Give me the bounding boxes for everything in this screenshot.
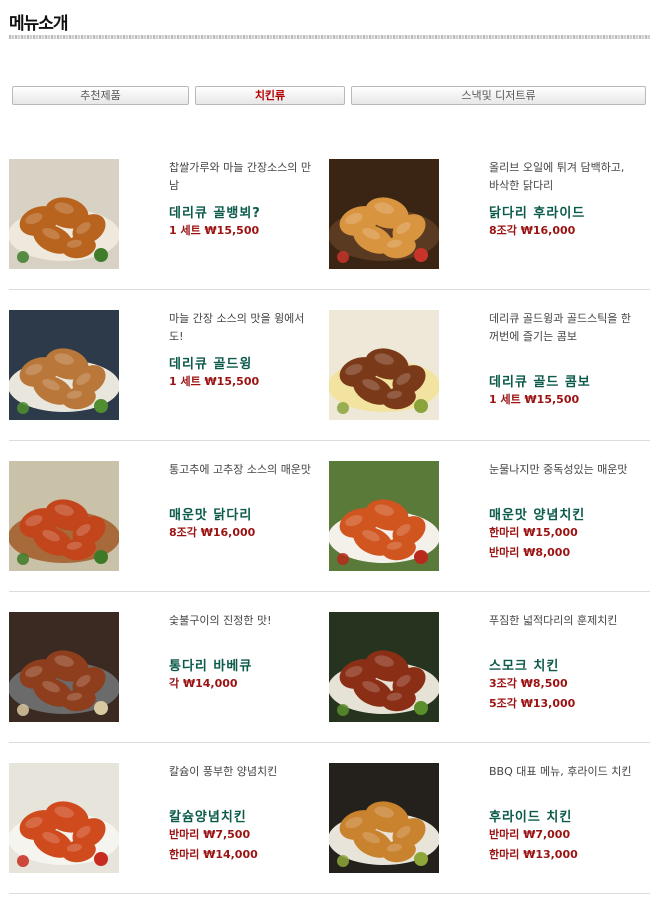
title-divider (9, 35, 650, 39)
smoked-chicken-photo[interactable] (329, 612, 439, 722)
menu-item-name[interactable]: 통다리 바베큐 (169, 655, 252, 674)
menu-item-description: 칼슘이 풍부한 양념치킨 (169, 765, 278, 778)
tab-chicken[interactable]: 치킨류 (195, 86, 345, 105)
menu-item-price: 3조각 ₩8,500 (489, 677, 568, 690)
menu-item: 마늘 간장 소스의 맛을 윙에서도! 데리큐 골드윙 1 세트 ₩15,500 (9, 310, 329, 422)
menu-item: 데리큐 골드윙과 골드스틱을 한꺼번에 즐기는 콤보데리큐 골드 콤보 1 세트 … (329, 310, 649, 422)
fried-drumstick-photo[interactable] (329, 159, 439, 269)
row-divider (9, 742, 650, 743)
row-divider (9, 440, 650, 441)
menu-item-name[interactable]: 후라이드 치킨 (489, 806, 572, 825)
menu-item-description: 데리큐 골드윙과 골드스틱을 한꺼번에 즐기는 콤보 (489, 312, 632, 343)
menu-item-description: 푸짐한 넓적다리의 훈제치킨 (489, 614, 618, 627)
menu-item-price: 반마리 ₩7,500 (169, 828, 251, 841)
menu-item-description: 통고추에 고추장 소스의 매운맛 (169, 463, 312, 476)
menu-item-description: 마늘 간장 소스의 맛을 윙에서도! (169, 312, 305, 343)
menu-item-description: 올리브 오일에 튀겨 담백하고, 바삭한 닭다리 (489, 161, 625, 192)
teriyaki-gold-stick-photo[interactable] (9, 159, 119, 269)
menu-item-price: 한마리 ₩15,000 (489, 526, 578, 539)
menu-item-description: 숯불구이의 진정한 맛! (169, 614, 272, 627)
menu-item-name[interactable]: 데리큐 골뱅뵈? (169, 202, 261, 221)
menu-item-price: 1 세트 ₩15,500 (169, 375, 260, 388)
menu-item-price: 반마리 ₩7,000 (489, 828, 571, 841)
menu-item-price: 1 세트 ₩15,500 (489, 393, 580, 406)
tab-recommended[interactable]: 추천제품 (12, 86, 189, 105)
menu-item-name[interactable]: 스모크 치킨 (489, 655, 559, 674)
menu-item: 칼슘이 풍부한 양념치킨칼슘양념치킨반마리 ₩7,500 한마리 ₩14,000 (9, 763, 329, 875)
menu-item-name[interactable]: 칼슘양념치킨 (169, 806, 247, 825)
teriyaki-gold-wing-photo[interactable] (9, 310, 119, 420)
menu-item-description: 찹쌀가루와 마늘 간장소스의 만남 (169, 161, 312, 192)
bbq-whole-leg-photo[interactable] (9, 612, 119, 722)
menu-item-price: 8조각 ₩16,000 (169, 526, 256, 539)
menu-item-name[interactable]: 데리큐 골드윙 (169, 353, 252, 372)
fried-chicken-photo[interactable] (329, 763, 439, 873)
teriyaki-gold-combo-photo[interactable] (329, 310, 439, 420)
menu-item: 올리브 오일에 튀겨 담백하고, 바삭한 닭다리닭다리 후라이드 8조각 ₩16,… (329, 159, 649, 271)
menu-item-price: 5조각 ₩13,000 (489, 697, 576, 710)
menu-item-name[interactable]: 데리큐 골드 콤보 (489, 371, 591, 390)
menu-item-price: 각 ₩14,000 (169, 677, 238, 690)
menu-item-price: 반마리 ₩8,000 (489, 546, 571, 559)
menu-item: BBQ 대표 메뉴, 후라이드 치킨후라이드 치킨반마리 ₩7,000 한마리 ₩… (329, 763, 649, 875)
row-divider (9, 591, 650, 592)
row-divider (9, 289, 650, 290)
page-title: 메뉴소개 (9, 14, 69, 34)
menu-item-name[interactable]: 닭다리 후라이드 (489, 202, 585, 221)
menu-item: 숯불구이의 진정한 맛! 통다리 바베큐각 ₩14,000 (9, 612, 329, 724)
menu-item: 찹쌀가루와 마늘 간장소스의 만남데리큐 골뱅뵈? 1 세트 ₩15,500 (9, 159, 329, 271)
spicy-drumstick-photo[interactable] (9, 461, 119, 571)
tab-snacks-desserts[interactable]: 스낵및 디저트류 (351, 86, 646, 105)
menu-item-price: 1 세트 ₩15,500 (169, 224, 260, 237)
menu-item-description: 눈물나지만 중독성있는 매운맛 (489, 463, 628, 476)
menu-item: 푸짐한 넓적다리의 훈제치킨스모크 치킨 3조각 ₩8,500 5조각 ₩13,00… (329, 612, 649, 724)
menu-item-price: 한마리 ₩14,000 (169, 848, 258, 861)
menu-item: 통고추에 고추장 소스의 매운맛매운맛 닭다리 8조각 ₩16,000 (9, 461, 329, 573)
menu-item: 눈물나지만 중독성있는 매운맛매운맛 양념치킨한마리 ₩15,000 반마리 ₩8… (329, 461, 649, 573)
menu-item-price: 한마리 ₩13,000 (489, 848, 578, 861)
menu-item-description: BBQ 대표 메뉴, 후라이드 치킨 (489, 765, 632, 778)
menu-item-price: 8조각 ₩16,000 (489, 224, 576, 237)
menu-item-name[interactable]: 매운맛 양념치킨 (489, 504, 585, 523)
row-divider (9, 893, 650, 894)
spicy-yangnyeom-chicken-photo[interactable] (329, 461, 439, 571)
menu-item-name[interactable]: 매운맛 닭다리 (169, 504, 252, 523)
calcium-yangnyeom-chicken-photo[interactable] (9, 763, 119, 873)
